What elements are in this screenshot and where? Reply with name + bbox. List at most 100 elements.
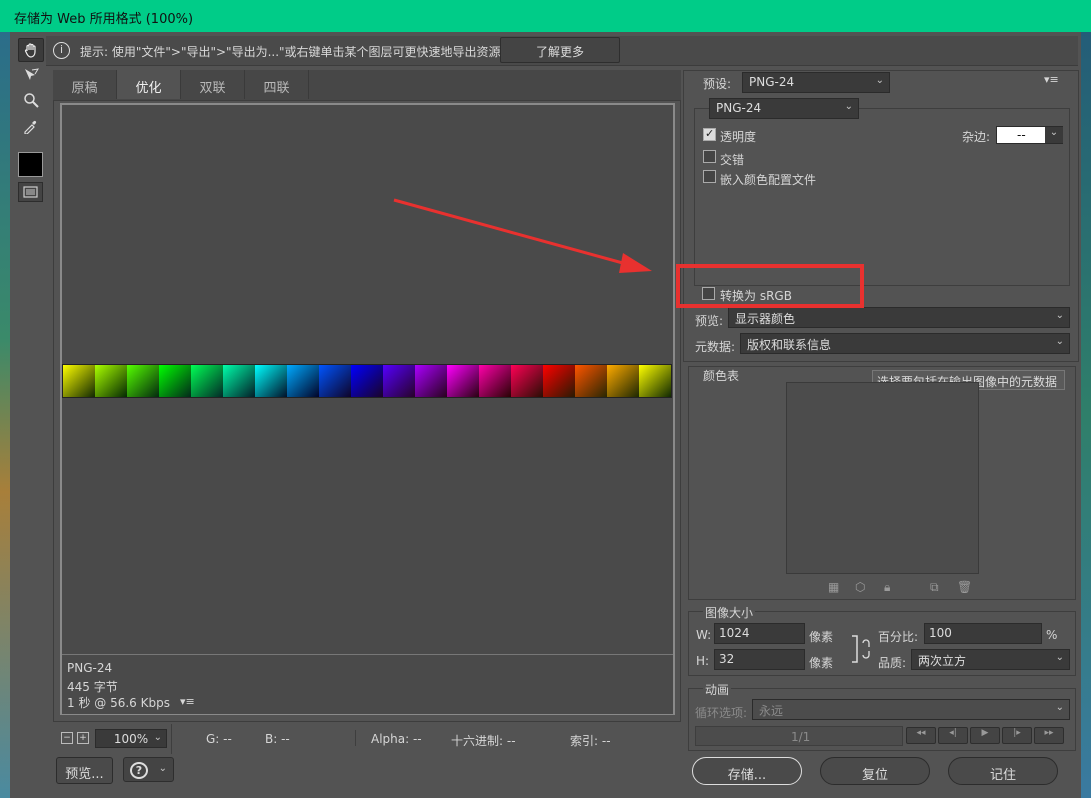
reset-button[interactable]: 复位 [820, 757, 930, 785]
chevron-down-icon: ⌄ [1055, 336, 1064, 347]
percent-unit: % [1046, 628, 1058, 642]
metadata-select[interactable]: 版权和联系信息 ⌄ [740, 333, 1070, 354]
matte-select[interactable]: -- ⌄ [996, 126, 1063, 144]
frame-counter-value: 1/1 [791, 730, 811, 744]
preset-label: 预设: [703, 77, 732, 91]
learn-more-button[interactable]: 了解更多 [500, 37, 620, 63]
hand-tool[interactable] [18, 38, 44, 62]
height-label: H: [696, 654, 710, 668]
preset-select[interactable]: PNG-24 ⌄ [742, 72, 890, 93]
preview-menu-icon[interactable]: ▾≡ [180, 695, 195, 708]
preview-download-time: 1 秒 @ 56.6 Kbps [67, 696, 170, 710]
previous-frame-icon[interactable]: ◂| [938, 727, 968, 744]
gradient-segment [95, 365, 128, 397]
tab-optimized[interactable]: 优化 [117, 70, 181, 99]
height-unit: 像素 [809, 656, 834, 670]
transparency-checkbox[interactable] [703, 127, 716, 141]
gradient-segment [383, 365, 416, 397]
chevron-down-icon: ⌄ [158, 763, 167, 774]
percent-field[interactable]: 100 [924, 623, 1042, 644]
readout-b: B: -- [265, 732, 290, 746]
preview-info-panel: PNG-24 445 字节 1 秒 @ 56.6 Kbps ▾≡ [62, 654, 673, 714]
zoom-in-icon[interactable]: + [77, 732, 89, 744]
browser-select-button[interactable]: ? ⌄ [123, 757, 174, 782]
percent-label: 百分比: [878, 630, 919, 644]
next-frame-icon[interactable]: |▸ [1002, 727, 1032, 744]
zoom-level-value: 100% [113, 732, 149, 746]
color-table-swatches[interactable] [786, 382, 979, 574]
eyedropper-tool[interactable] [18, 114, 44, 138]
quality-value: 两次立方 [918, 654, 967, 668]
loop-options-label: 循环选项: [695, 706, 748, 720]
chevron-down-icon: ⌄ [1055, 652, 1064, 663]
zoom-icon [24, 93, 39, 108]
desktop-background-right [1081, 32, 1091, 798]
remember-button[interactable]: 记住 [948, 757, 1058, 785]
height-field[interactable]: 32 [714, 649, 805, 670]
info-bar: i 提示: 使用"文件">"导出">"导出为..."或右键单击某个图层可更快速地… [46, 36, 1078, 66]
toggle-slices-visibility[interactable] [18, 182, 43, 202]
file-format-value: PNG-24 [716, 101, 762, 115]
gradient-segment [223, 365, 256, 397]
save-button[interactable]: 存储... [692, 757, 802, 785]
preview-in-browser-button[interactable]: 预览... [56, 757, 113, 784]
desktop-background-left [0, 32, 10, 798]
interlace-checkbox[interactable] [703, 150, 716, 163]
tab-original[interactable]: 原稿 [53, 70, 117, 99]
embed-profile-checkbox[interactable] [703, 170, 716, 183]
metadata-value: 版权和联系信息 [747, 338, 832, 352]
tab-4-up[interactable]: 四联 [245, 70, 309, 99]
eyedropper-icon [24, 120, 37, 134]
loop-options-select[interactable]: 永远 ⌄ [752, 699, 1070, 720]
frame-counter: 1/1 [695, 726, 903, 746]
color-readout: G: -- B: -- Alpha: -- 十六进制: -- 索引: -- [171, 724, 681, 754]
embed-profile-label: 嵌入颜色配置文件 [720, 173, 817, 187]
toolbox [14, 36, 46, 216]
gradient-segment [479, 365, 512, 397]
map-to-transparent-icon[interactable]: ▦ [828, 580, 839, 594]
transparency-label: 透明度 [720, 130, 757, 144]
zoom-level-select[interactable]: 100% ⌄ [95, 729, 167, 748]
gradient-segment [319, 365, 352, 397]
matte-value: -- [1017, 128, 1026, 142]
gradient-strip-image [63, 365, 672, 397]
width-label: W: [696, 628, 712, 642]
readout-g: G: -- [206, 732, 232, 746]
color-table-toolbar: ▦ ⬡ 🔒︎ ⧉ 🗑︎ [826, 580, 976, 594]
gradient-segment [415, 365, 448, 397]
gradient-segment [127, 365, 160, 397]
image-preview [62, 364, 672, 398]
new-color-icon[interactable]: ⧉ [930, 580, 939, 595]
eyedropper-color-swatch[interactable] [18, 152, 43, 177]
web-shift-icon[interactable]: ⬡ [855, 580, 865, 594]
loop-options-value: 永远 [759, 704, 784, 718]
chevron-down-icon: ⌄ [153, 732, 162, 743]
play-icon[interactable]: ▶ [970, 727, 1000, 744]
zoom-tool[interactable] [18, 88, 44, 112]
gradient-segment [287, 365, 320, 397]
link-dimensions-icon[interactable] [849, 634, 873, 664]
slice-visibility-icon [23, 186, 38, 198]
file-format-select[interactable]: PNG-24 ⌄ [709, 98, 859, 119]
gradient-segment [607, 365, 640, 397]
gradient-segment [639, 365, 672, 397]
width-field[interactable]: 1024 [714, 623, 805, 644]
optimize-menu-icon[interactable]: ▾≡ [1044, 73, 1059, 86]
hand-icon [24, 43, 36, 58]
image-size-title: 图像大小 [703, 604, 756, 621]
gradient-segment [159, 365, 192, 397]
readout-hex: 十六进制: -- [451, 734, 516, 748]
chevron-down-icon: ⌄ [1055, 310, 1064, 321]
slice-select-tool[interactable] [18, 63, 44, 87]
delete-color-icon[interactable]: 🗑︎ [957, 580, 972, 594]
gradient-segment [63, 365, 96, 397]
status-bar: − + 100% ⌄ G: -- B: -- Alpha: -- 十六进制: -… [53, 724, 681, 754]
gradient-segment [543, 365, 576, 397]
zoom-out-icon[interactable]: − [61, 732, 73, 744]
tab-2-up[interactable]: 双联 [181, 70, 245, 99]
quality-select[interactable]: 两次立方 ⌄ [911, 649, 1070, 670]
last-frame-icon[interactable]: ▸▸ [1034, 727, 1064, 744]
first-frame-icon[interactable]: ◂◂ [906, 727, 936, 744]
lock-color-icon[interactable]: 🔒︎ [884, 580, 890, 595]
preview-color-select[interactable]: 显示器颜色 ⌄ [728, 307, 1070, 328]
